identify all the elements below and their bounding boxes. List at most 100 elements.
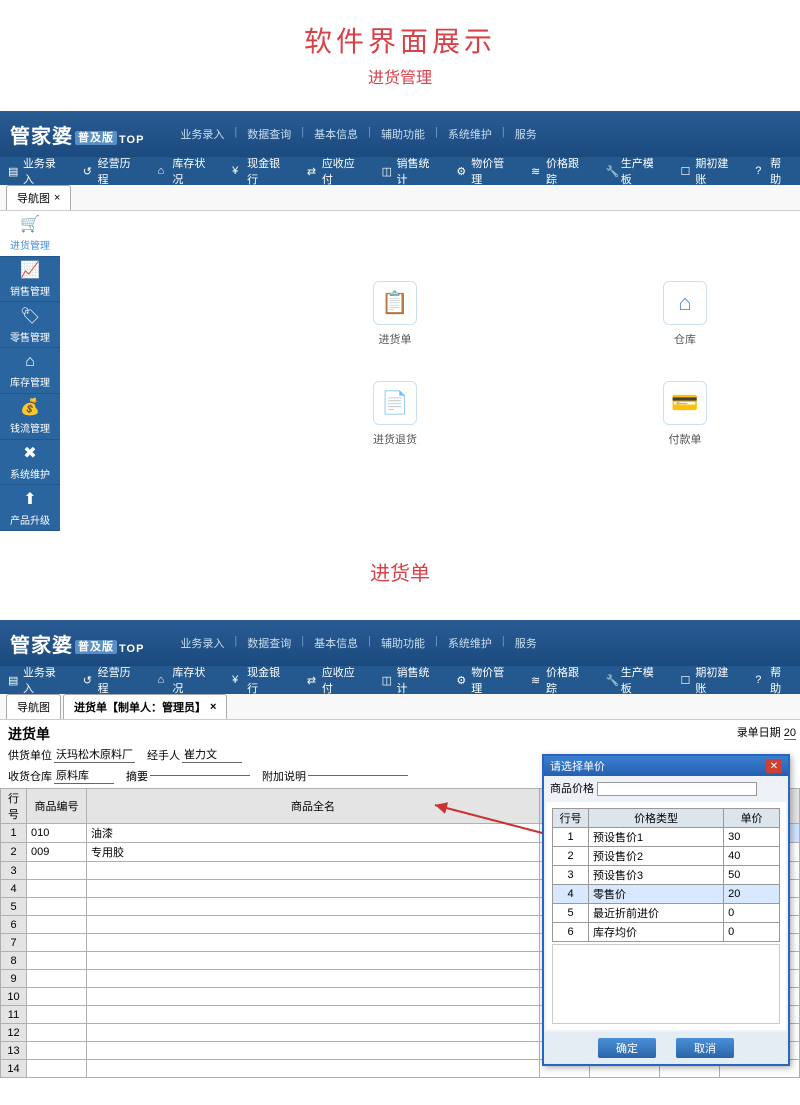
sidebar-item-sales[interactable]: 📈销售管理 xyxy=(0,257,60,303)
close-icon[interactable]: × xyxy=(210,701,216,713)
table-row[interactable]: 1预设售价130 xyxy=(553,828,780,847)
cell[interactable]: 40 xyxy=(724,847,780,866)
table-row[interactable]: 4零售价20 xyxy=(553,885,780,904)
cell[interactable]: 4 xyxy=(553,885,589,904)
cell[interactable] xyxy=(87,988,540,1006)
cell[interactable] xyxy=(87,898,540,916)
cell[interactable] xyxy=(27,970,87,988)
cell[interactable]: 50 xyxy=(724,866,780,885)
cell[interactable] xyxy=(27,880,87,898)
cell[interactable]: 010 xyxy=(27,824,87,843)
toolbar-money[interactable]: ¥现金银行 xyxy=(224,664,299,696)
sidebar-item-purchase[interactable]: 🛒进货管理 xyxy=(0,211,60,257)
table-row[interactable]: 3预设售价350 xyxy=(553,866,780,885)
input-date-value[interactable]: 20 xyxy=(784,727,796,740)
toolbar-gear[interactable]: ⚙物价管理 xyxy=(448,664,523,696)
cell[interactable] xyxy=(87,934,540,952)
cell[interactable] xyxy=(87,1060,540,1078)
sidebar-item-cash[interactable]: 💰钱流管理 xyxy=(0,394,60,440)
table-row[interactable]: 2预设售价240 xyxy=(553,847,780,866)
col-header[interactable]: 单价 xyxy=(724,809,780,828)
cell[interactable]: 10 xyxy=(1,988,27,1006)
col-header[interactable]: 商品全名 xyxy=(87,789,540,824)
toolbar-swap[interactable]: ⇄应收应付 xyxy=(299,155,374,187)
table-row[interactable]: 5最近折前进价0 xyxy=(553,904,780,923)
toolbar-help[interactable]: ?帮助 xyxy=(747,155,800,187)
toolbar-home[interactable]: ⌂库存状况 xyxy=(149,155,224,187)
cell[interactable]: 0 xyxy=(724,904,780,923)
cell[interactable] xyxy=(87,1024,540,1042)
cell[interactable]: 11 xyxy=(1,1006,27,1024)
card-warehouse[interactable]: ⌂仓库 xyxy=(650,281,720,347)
toolbar-help[interactable]: ?帮助 xyxy=(747,664,800,696)
cell[interactable]: 库存均价 xyxy=(589,923,724,942)
menu-item[interactable]: 业务录入 xyxy=(174,126,230,142)
cell[interactable]: 最近折前进价 xyxy=(589,904,724,923)
cell[interactable]: 12 xyxy=(1,1024,27,1042)
cell[interactable]: 6 xyxy=(553,923,589,942)
menu-item[interactable]: 辅助功能 xyxy=(375,635,431,651)
cell[interactable]: 8 xyxy=(1,952,27,970)
cell[interactable] xyxy=(27,862,87,880)
cell[interactable]: 1 xyxy=(553,828,589,847)
cell[interactable]: 0 xyxy=(724,923,780,942)
cell[interactable]: 预设售价1 xyxy=(589,828,724,847)
toolbar-swap[interactable]: ⇄应收应付 xyxy=(299,664,374,696)
supplier-value[interactable]: 沃玛松木原料厂 xyxy=(54,746,135,763)
cell[interactable]: 油漆 xyxy=(87,824,540,843)
toolbar-wrench[interactable]: 🔧生产模板 xyxy=(598,664,673,696)
col-header[interactable]: 商品编号 xyxy=(27,789,87,824)
warehouse-value[interactable]: 原料库 xyxy=(54,767,114,784)
sidebar-item-stock[interactable]: ⌂库存管理 xyxy=(0,348,60,394)
cell[interactable] xyxy=(27,1042,87,1060)
tab-purchase-order[interactable]: 进货单【制单人：管理员】 × xyxy=(63,694,227,719)
cell[interactable] xyxy=(27,1024,87,1042)
dialog-close-button[interactable]: ✕ xyxy=(766,759,782,773)
menu-item[interactable]: 数据查询 xyxy=(241,635,297,651)
cell[interactable]: 13 xyxy=(1,1042,27,1060)
menu-item[interactable]: 服务 xyxy=(509,635,543,651)
cell[interactable]: 零售价 xyxy=(589,885,724,904)
toolbar-track[interactable]: ≋价格跟踪 xyxy=(523,664,598,696)
toolbar-money[interactable]: ¥现金银行 xyxy=(224,155,299,187)
cell[interactable] xyxy=(27,988,87,1006)
toolbar-doc[interactable]: ▤业务录入 xyxy=(0,155,75,187)
sidebar-item-retail[interactable]: 🏷零售管理 xyxy=(0,302,60,348)
cell[interactable]: 3 xyxy=(553,866,589,885)
cell[interactable]: 3 xyxy=(1,862,27,880)
menu-item[interactable]: 系统维护 xyxy=(442,635,498,651)
cell[interactable]: 预设售价3 xyxy=(589,866,724,885)
cell[interactable]: 预设售价2 xyxy=(589,847,724,866)
cell[interactable]: 30 xyxy=(724,828,780,847)
toolbar-gear[interactable]: ⚙物价管理 xyxy=(448,155,523,187)
dialog-titlebar[interactable]: 请选择单价 ✕ xyxy=(544,756,788,776)
cell[interactable]: 2 xyxy=(553,847,589,866)
menu-item[interactable]: 服务 xyxy=(509,126,543,142)
col-header[interactable]: 行号 xyxy=(553,809,589,828)
cell[interactable]: 2 xyxy=(1,843,27,862)
sidebar-item-sys[interactable]: ✖系统维护 xyxy=(0,440,60,486)
menu-item[interactable]: 基本信息 xyxy=(308,635,364,651)
dialog-field-input[interactable] xyxy=(597,782,757,796)
cell[interactable]: 9 xyxy=(1,970,27,988)
cell[interactable] xyxy=(87,952,540,970)
table-row[interactable]: 6库存均价0 xyxy=(553,923,780,942)
summary-value[interactable] xyxy=(150,775,250,776)
toolbar-doc[interactable]: ▤业务录入 xyxy=(0,664,75,696)
cell[interactable] xyxy=(87,862,540,880)
col-header[interactable]: 行号 xyxy=(1,789,27,824)
card-payment[interactable]: 💳付款单 xyxy=(650,381,720,447)
menu-item[interactable]: 业务录入 xyxy=(174,635,230,651)
cell[interactable] xyxy=(87,916,540,934)
toolbar-wrench[interactable]: 🔧生产模板 xyxy=(598,155,673,187)
cell[interactable]: 14 xyxy=(1,1060,27,1078)
menu-item[interactable]: 数据查询 xyxy=(241,126,297,142)
cell[interactable]: 20 xyxy=(724,885,780,904)
cell[interactable] xyxy=(27,916,87,934)
cell[interactable] xyxy=(27,1060,87,1078)
toolbar-history[interactable]: ↺经营历程 xyxy=(75,664,150,696)
toolbar-track[interactable]: ≋价格跟踪 xyxy=(523,155,598,187)
cancel-button[interactable]: 取消 xyxy=(676,1038,734,1058)
toolbar-history[interactable]: ↺经营历程 xyxy=(75,155,150,187)
card-purchase-return[interactable]: 📄进货退货 xyxy=(360,381,430,447)
